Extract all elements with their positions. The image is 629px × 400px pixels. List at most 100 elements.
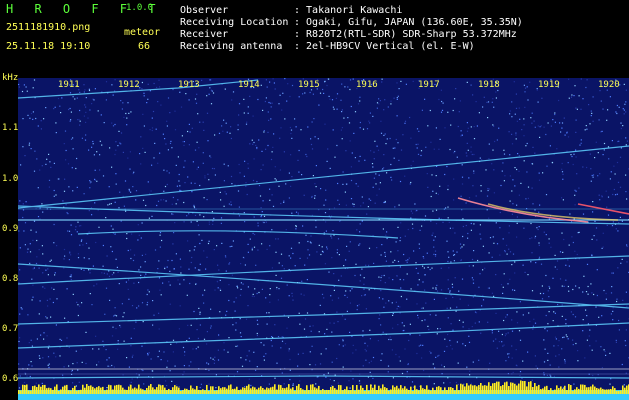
noise-speck	[69, 251, 71, 253]
noise-speck	[529, 238, 531, 240]
noise-speck	[436, 333, 438, 335]
intensity-bar	[458, 390, 460, 394]
noise-speck	[362, 330, 364, 332]
noise-speck	[240, 336, 242, 338]
noise-speck	[183, 144, 185, 146]
intensity-bar	[298, 384, 300, 394]
noise-speck	[447, 260, 449, 263]
noise-speck	[190, 361, 192, 363]
noise-speck	[165, 143, 167, 145]
noise-speck	[128, 279, 130, 281]
x-tick: 1911	[58, 80, 80, 90]
noise-speck	[588, 104, 590, 106]
noise-speck	[417, 153, 420, 155]
noise-speck	[417, 284, 419, 286]
noise-speck	[299, 257, 301, 259]
intensity-bar	[410, 386, 412, 394]
noise-speck	[253, 351, 255, 353]
noise-speck	[173, 232, 175, 234]
noise-speck	[473, 223, 475, 225]
noise-speck	[207, 242, 210, 245]
noise-speck	[263, 355, 265, 357]
noise-speck	[72, 190, 74, 192]
noise-speck	[390, 103, 392, 105]
observer-value: : Takanori Kawachi	[294, 5, 403, 16]
noise-speck	[79, 124, 81, 126]
noise-speck	[265, 148, 267, 150]
noise-speck	[440, 89, 442, 91]
noise-speck	[598, 194, 600, 196]
noise-speck	[153, 157, 155, 159]
noise-speck	[605, 354, 607, 356]
intensity-bar	[336, 389, 338, 394]
intensity-bar	[510, 382, 512, 394]
noise-speck	[515, 134, 517, 136]
noise-speck	[346, 245, 348, 247]
noise-speck	[249, 238, 251, 240]
intensity-bar	[82, 384, 84, 394]
noise-speck	[511, 213, 513, 215]
noise-speck	[472, 279, 474, 281]
noise-speck	[449, 307, 452, 309]
noise-speck	[267, 131, 269, 133]
noise-speck	[142, 147, 144, 149]
noise-speck	[286, 327, 288, 329]
intensity-bar	[382, 384, 384, 394]
intensity-bar	[322, 388, 324, 394]
intensity-bar	[398, 388, 400, 394]
noise-speck	[403, 253, 405, 256]
noise-speck	[559, 122, 561, 124]
noise-speck	[352, 378, 354, 380]
noise-speck	[298, 171, 300, 173]
noise-speck	[523, 160, 525, 162]
noise-speck	[471, 258, 474, 261]
noise-speck	[527, 186, 530, 188]
noise-speck	[20, 307, 22, 309]
noise-speck	[63, 143, 65, 145]
noise-speck	[157, 200, 160, 202]
noise-speck	[373, 158, 375, 160]
noise-speck	[291, 84, 294, 87]
noise-speck	[523, 84, 525, 86]
noise-speck	[159, 86, 161, 88]
intensity-bar	[88, 385, 90, 394]
noise-speck	[191, 256, 193, 259]
noise-speck	[41, 382, 43, 384]
noise-speck	[443, 382, 445, 384]
noise-speck	[491, 101, 493, 103]
noise-speck	[96, 180, 98, 182]
intensity-bar	[172, 387, 174, 394]
noise-speck	[210, 357, 212, 359]
intensity-bar	[46, 388, 48, 394]
noise-speck	[243, 257, 245, 259]
noise-speck	[482, 269, 484, 271]
noise-speck	[21, 308, 23, 310]
noise-speck	[212, 223, 214, 225]
noise-speck	[541, 285, 543, 287]
noise-speck	[509, 175, 511, 177]
noise-speck	[568, 244, 570, 246]
noise-speck	[40, 120, 42, 122]
noise-speck	[505, 333, 507, 335]
noise-speck	[312, 93, 314, 95]
intensity-bar	[360, 385, 362, 394]
noise-speck	[95, 241, 97, 244]
noise-speck	[253, 246, 256, 248]
noise-speck	[368, 120, 370, 122]
noise-speck	[368, 264, 370, 266]
noise-speck	[583, 275, 585, 277]
intensity-bar	[500, 386, 502, 394]
intensity-bar	[192, 388, 194, 394]
noise-speck	[571, 236, 573, 238]
noise-speck	[93, 99, 95, 101]
intensity-bar	[252, 386, 254, 394]
noise-speck	[89, 187, 91, 189]
noise-speck	[444, 127, 446, 129]
noise-speck	[387, 365, 390, 367]
noise-speck	[361, 268, 363, 270]
noise-speck	[237, 190, 240, 192]
noise-speck	[384, 282, 386, 284]
noise-speck	[457, 362, 459, 364]
intensity-bar	[542, 388, 544, 394]
noise-speck	[76, 97, 78, 99]
